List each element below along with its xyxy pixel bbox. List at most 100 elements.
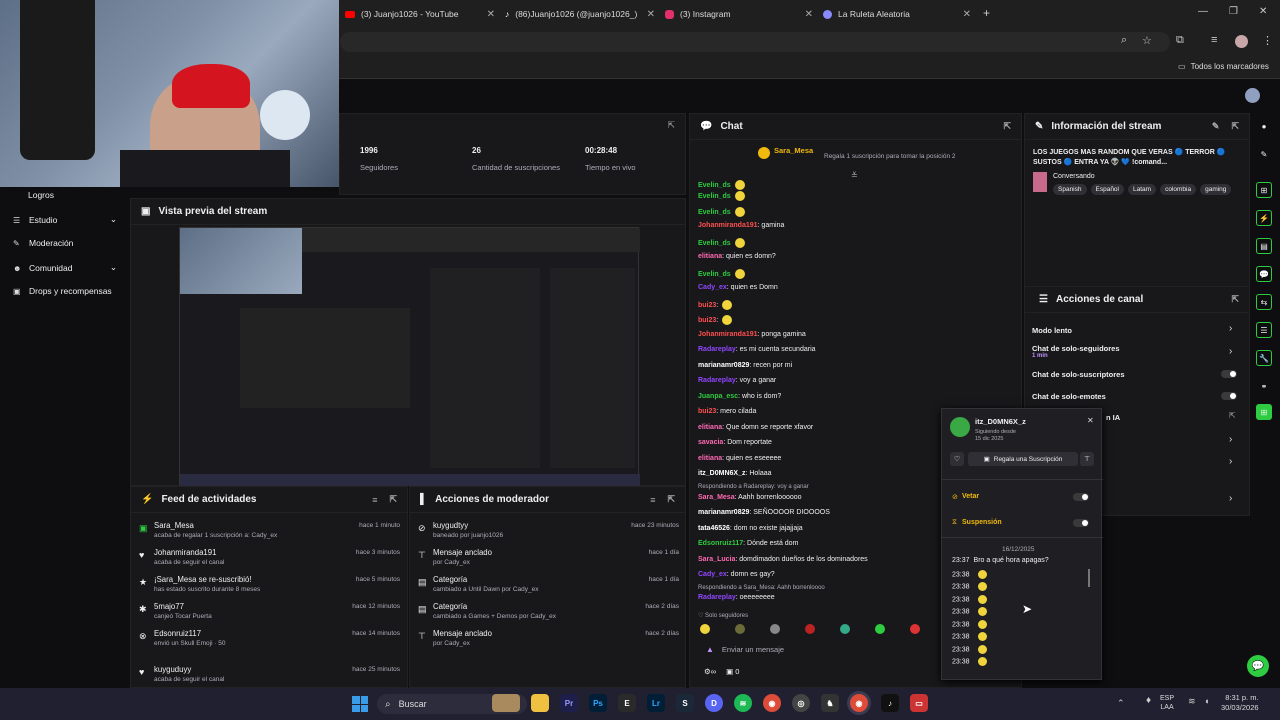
chat-user[interactable]: Sara_Mesa xyxy=(698,494,735,501)
extensions-icon[interactable]: ⧉ xyxy=(1176,34,1184,47)
chat-user[interactable]: bui23 xyxy=(698,302,716,309)
feed-user[interactable]: kuyguduyy xyxy=(154,665,191,674)
emote-icon[interactable] xyxy=(735,624,745,634)
stream-category[interactable]: Conversando xyxy=(1053,173,1095,180)
pinned-user[interactable]: Sara_Mesa xyxy=(774,146,813,155)
spotify-icon[interactable]: ≋ xyxy=(734,694,752,712)
close-icon[interactable]: ✕ xyxy=(487,9,495,20)
filter-icon[interactable]: ≡ xyxy=(372,495,377,505)
chevron-right-icon[interactable]: › xyxy=(1229,456,1232,467)
chat-user[interactable]: itz_D0MN6X_z xyxy=(698,470,745,477)
emote-icon[interactable] xyxy=(805,624,815,634)
rail-link-icon[interactable]: ⇆ xyxy=(1256,294,1272,310)
timeout-toggle[interactable] xyxy=(1073,519,1089,527)
emote-icon[interactable] xyxy=(840,624,850,634)
mod-title[interactable]: Categoría xyxy=(433,575,467,584)
chat-user[interactable]: marianamr0829 xyxy=(698,509,749,516)
sidebar-item-comunidad[interactable]: ☻ Comunidad ⌄ xyxy=(13,262,117,273)
chat-user[interactable]: savacia xyxy=(698,439,723,446)
rail-share-icon[interactable]: ⚭ xyxy=(1256,378,1272,394)
tray-chevron-icon[interactable]: ⌃ xyxy=(1117,698,1125,709)
chat-user[interactable]: elitiana xyxy=(698,455,722,462)
gift-sub-button[interactable]: ▣ Regala una Suscripción xyxy=(968,452,1078,466)
popout-icon[interactable]: ⇱ xyxy=(389,494,397,505)
new-tab-button[interactable]: + xyxy=(983,6,990,20)
emote-icon[interactable] xyxy=(722,315,733,325)
close-icon[interactable]: ✕ xyxy=(963,9,971,20)
chat-user[interactable]: elitiana xyxy=(698,424,722,431)
popout-icon[interactable]: ⇱ xyxy=(1231,294,1239,305)
popout-icon[interactable]: ⇱ xyxy=(1231,121,1239,132)
menu-icon[interactable]: ⋮ xyxy=(1262,34,1273,47)
language-indicator[interactable]: ESP LAA xyxy=(1160,694,1174,712)
tag[interactable]: Spanish xyxy=(1053,184,1087,195)
zoom-icon[interactable]: ⌕ xyxy=(1121,34,1127,47)
tag[interactable]: Latam xyxy=(1128,184,1157,195)
emote-icon[interactable] xyxy=(875,624,885,634)
chat-user[interactable]: marianamr0829 xyxy=(698,362,749,369)
popout-icon[interactable]: ⇱ xyxy=(667,120,675,131)
emote-icon[interactable] xyxy=(734,191,745,201)
rail-list-icon[interactable]: ☰ xyxy=(1256,322,1272,338)
feed-user[interactable]: 5majo77 xyxy=(154,602,184,611)
maximize-button[interactable]: ❐ xyxy=(1229,6,1238,17)
chat-user[interactable]: tata46526 xyxy=(698,525,730,532)
emotes-only-label[interactable]: Chat de solo-emotes xyxy=(1032,392,1106,401)
feed-user[interactable]: Edsonruiz117 xyxy=(154,629,201,638)
close-icon[interactable]: ✕ xyxy=(647,9,655,20)
tab-ruleta[interactable]: La Ruleta Aleatoria ✕ xyxy=(823,4,971,24)
filter-icon[interactable]: ≡ xyxy=(650,495,655,505)
taskbar-widget-icon[interactable] xyxy=(492,694,520,712)
chrome-active-icon[interactable]: ◉ xyxy=(850,694,868,712)
mic-icon[interactable]: ♦ xyxy=(1146,695,1151,706)
chat-user[interactable]: Evelin_ds xyxy=(698,209,731,216)
followers-only-label[interactable]: Chat de solo-seguidores xyxy=(1032,344,1120,353)
chat-user[interactable]: Johanmiranda191 xyxy=(698,331,758,338)
preview-video[interactable] xyxy=(179,227,640,486)
user-name[interactable]: itz_D0MN6X_z xyxy=(975,417,1026,426)
subs-only-toggle[interactable] xyxy=(1221,370,1237,378)
streamlabs-icon[interactable]: ▭ xyxy=(910,694,928,712)
discord-icon[interactable]: D xyxy=(705,694,723,712)
ban-toggle[interactable] xyxy=(1073,493,1089,501)
chat-user[interactable]: Radareplay xyxy=(698,346,736,353)
chevron-right-icon[interactable]: › xyxy=(1229,323,1232,334)
edit-icon[interactable]: ✎ xyxy=(1212,121,1220,132)
url-field[interactable] xyxy=(340,32,1170,52)
emote-icon[interactable] xyxy=(700,624,710,634)
sidebar-item-logros[interactable]: Logros xyxy=(13,190,54,200)
pin-icon[interactable]: ⊤ xyxy=(1080,452,1094,466)
media-icon[interactable]: ≡ xyxy=(1211,34,1217,46)
lightroom-icon[interactable]: Lr xyxy=(647,694,665,712)
chrome-icon[interactable]: ◉ xyxy=(763,694,781,712)
chat-user[interactable]: Sara_Lucia xyxy=(698,556,735,563)
chat-user[interactable]: Juanpa_esc xyxy=(698,393,738,400)
chat-user[interactable]: Edsonruiz117 xyxy=(698,540,743,547)
sidebar-item-estudio[interactable]: ☰ Estudio ⌄ xyxy=(13,214,117,225)
settings-icon[interactable]: ⚙∞ xyxy=(704,667,716,676)
slow-mode-label[interactable]: Modo lento xyxy=(1032,326,1072,335)
photoshop-icon[interactable]: Ps xyxy=(589,694,607,712)
user-avatar[interactable] xyxy=(1245,88,1260,103)
emote-icon[interactable] xyxy=(910,624,920,634)
chat-input[interactable]: ▲ Enviar un mensaje xyxy=(700,640,940,658)
chat-user[interactable]: Evelin_ds xyxy=(698,182,731,189)
chat-user[interactable]: elitiana xyxy=(698,253,722,260)
sidebar-item-moderacion[interactable]: ✎ Moderación xyxy=(13,238,73,248)
tab-instagram[interactable]: (3) Instagram ✕ xyxy=(665,4,813,24)
ia-label[interactable]: n IA xyxy=(1106,413,1120,422)
premiere-icon[interactable]: Pr xyxy=(560,694,578,712)
feed-user[interactable]: Sara_Mesa xyxy=(154,521,194,530)
minimize-button[interactable]: — xyxy=(1198,6,1208,17)
epic-games-icon[interactable]: E xyxy=(618,694,636,712)
rail-info-icon[interactable]: ● xyxy=(1256,118,1272,134)
mod-title[interactable]: Mensaje anclado xyxy=(433,629,492,638)
chevron-right-icon[interactable]: › xyxy=(1229,346,1232,357)
steam-icon[interactable]: S xyxy=(676,694,694,712)
chat-user[interactable]: Radareplay xyxy=(698,594,736,601)
rail-doc-icon[interactable]: ▤ xyxy=(1256,238,1272,254)
chat-user[interactable]: Evelin_ds xyxy=(698,271,731,278)
file-explorer-icon[interactable] xyxy=(531,694,549,712)
app-icon[interactable]: ♞ xyxy=(821,694,839,712)
tiktok-app-icon[interactable]: ♪ xyxy=(881,694,899,712)
